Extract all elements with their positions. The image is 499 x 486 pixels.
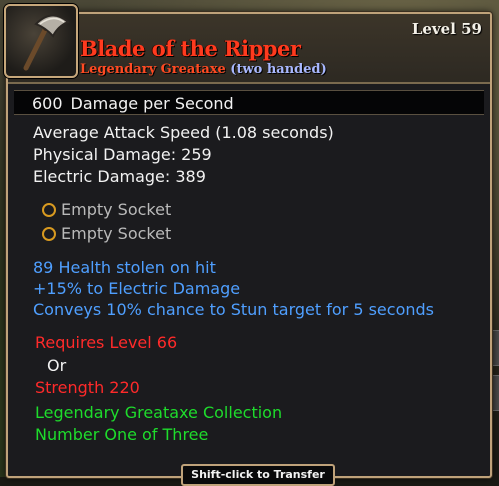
item-name: Blade of the Ripper xyxy=(80,36,301,61)
collection-info: Legendary Greataxe Collection Number One… xyxy=(35,402,282,446)
magic-property: Conveys 10% chance to Stun target for 5 … xyxy=(33,300,434,319)
dps-value: 600 xyxy=(32,94,63,113)
collection-name: Legendary Greataxe Collection xyxy=(35,403,283,422)
dps-bar: 600 Damage per Second xyxy=(14,90,484,115)
requirement-or: Or xyxy=(47,355,67,375)
item-handedness: (two handed) xyxy=(230,62,327,77)
socket-ring-icon xyxy=(42,227,56,241)
axe-icon xyxy=(4,4,78,78)
physical-damage-stat: Physical Damage: 259 xyxy=(33,145,212,164)
item-tooltip: Level 59 Blade of the Ripper Legendary G… xyxy=(4,4,492,486)
socket-slot: Empty Socket xyxy=(42,222,171,246)
requirements: Requires Level 66 Or Strength 220 xyxy=(35,332,177,400)
level-requirement: Requires Level 66 xyxy=(35,333,178,352)
socket-ring-icon xyxy=(42,203,56,217)
socket-list: Empty Socket Empty Socket xyxy=(42,198,171,246)
item-type: Legendary Greataxe (two handed) xyxy=(80,62,327,77)
magic-property: +15% to Electric Damage xyxy=(33,279,241,298)
electric-damage-stat: Electric Damage: 389 xyxy=(33,167,206,186)
socket-label: Empty Socket xyxy=(61,224,172,243)
item-level-label: Level 59 xyxy=(411,20,482,38)
base-stats: Average Attack Speed (1.08 seconds) Phys… xyxy=(33,122,334,188)
item-rarity-type: Legendary Greataxe xyxy=(80,62,226,77)
socket-slot: Empty Socket xyxy=(42,198,171,222)
magic-properties: 89 Health stolen on hit +15% to Electric… xyxy=(33,257,434,320)
magic-property: 89 Health stolen on hit xyxy=(33,258,216,277)
tooltip-header: Level 59 Blade of the Ripper Legendary G… xyxy=(4,4,490,84)
collection-number: Number One of Three xyxy=(35,425,209,444)
strength-requirement: Strength 220 xyxy=(35,378,140,397)
attack-speed-stat: Average Attack Speed (1.08 seconds) xyxy=(33,123,334,142)
socket-label: Empty Socket xyxy=(61,200,172,219)
dps-label: Damage per Second xyxy=(70,94,234,113)
shift-click-transfer-hint: Shift-click to Transfer xyxy=(181,464,335,486)
